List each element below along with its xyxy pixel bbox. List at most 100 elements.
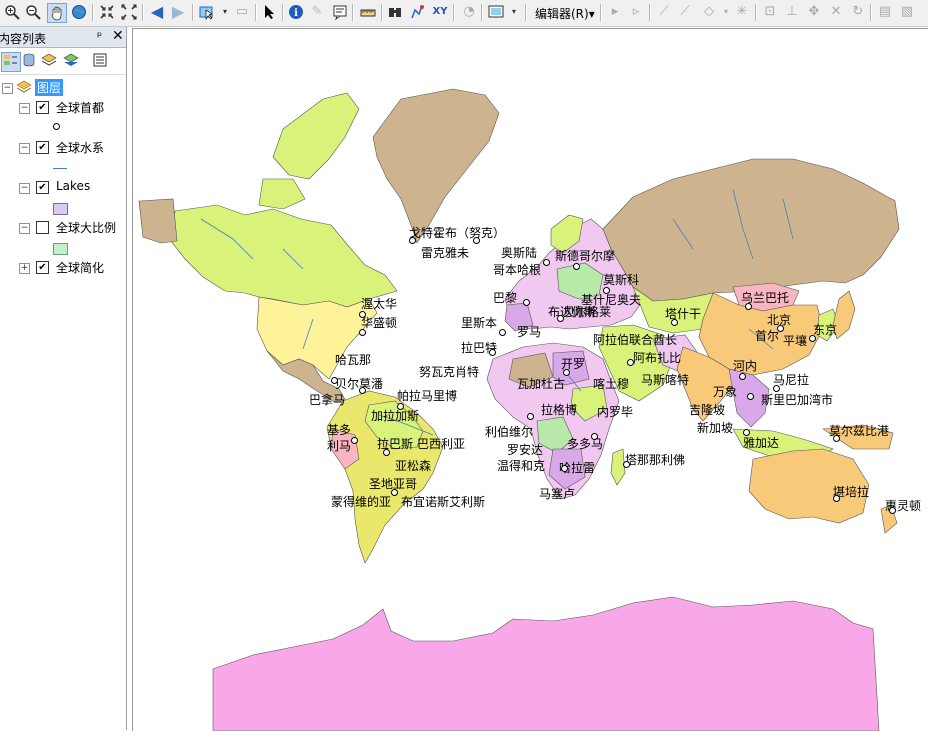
- capital-marker[interactable]: [391, 489, 398, 496]
- capital-marker[interactable]: [623, 461, 630, 468]
- select-features-icon[interactable]: [198, 3, 216, 21]
- close-icon[interactable]: ✕: [112, 28, 124, 44]
- layer-name[interactable]: 全球首都: [56, 99, 104, 116]
- capital-marker[interactable]: [351, 437, 358, 444]
- capital-marker[interactable]: [603, 287, 610, 294]
- collapse-icon[interactable]: −: [19, 223, 30, 234]
- fixed-zoom-out-icon[interactable]: [120, 3, 138, 21]
- collapse-icon[interactable]: −: [2, 83, 13, 94]
- layer-visibility-checkbox[interactable]: ✔: [36, 181, 49, 194]
- capital-marker[interactable]: [331, 377, 338, 384]
- construction-tools-icon[interactable]: ◇: [700, 3, 718, 21]
- edit-tool-icon[interactable]: ▸: [606, 3, 624, 21]
- city-label: 里斯本: [461, 316, 498, 330]
- identify-icon[interactable]: i: [287, 3, 305, 21]
- hyperlink-icon[interactable]: [331, 3, 349, 21]
- rotate-icon[interactable]: ✥: [805, 3, 823, 21]
- attributes-icon[interactable]: ▤: [876, 3, 894, 21]
- map-view-icon[interactable]: [487, 3, 505, 21]
- pan-icon[interactable]: [47, 3, 67, 23]
- capital-marker[interactable]: [591, 433, 598, 440]
- list-by-source-icon[interactable]: [21, 52, 39, 70]
- capital-marker[interactable]: [489, 349, 496, 356]
- layers-root-label[interactable]: 图层: [35, 79, 64, 96]
- layer-visibility-checkbox[interactable]: [36, 221, 49, 234]
- capital-marker[interactable]: [359, 311, 366, 318]
- city-label: 哥本哈根: [493, 263, 542, 277]
- capital-marker[interactable]: [573, 263, 580, 270]
- find-route-icon[interactable]: [408, 3, 426, 21]
- capital-marker[interactable]: [833, 435, 840, 442]
- split-icon[interactable]: ✕: [827, 3, 845, 21]
- capital-marker[interactable]: [889, 507, 896, 514]
- capital-marker[interactable]: [359, 387, 366, 394]
- forward-icon[interactable]: ▶: [169, 3, 187, 21]
- capital-marker[interactable]: [523, 299, 530, 306]
- layer-name[interactable]: 全球简化: [56, 259, 104, 276]
- clear-selection-icon[interactable]: ▭: [233, 3, 251, 21]
- list-by-selection-icon[interactable]: [63, 52, 81, 70]
- find-icon[interactable]: [386, 3, 404, 21]
- collapse-icon[interactable]: −: [19, 143, 30, 154]
- list-by-drawing-order-icon[interactable]: [1, 52, 21, 72]
- zoom-in-icon[interactable]: [3, 3, 21, 21]
- capital-marker[interactable]: [777, 325, 784, 332]
- capital-marker[interactable]: [557, 315, 564, 322]
- edit-annotation-icon[interactable]: ▹: [627, 3, 645, 21]
- layer-name[interactable]: 全球大比例: [56, 219, 116, 236]
- list-by-visibility-icon[interactable]: [41, 52, 59, 70]
- back-icon[interactable]: ◀: [148, 3, 166, 21]
- capital-marker[interactable]: [543, 259, 550, 266]
- capital-marker[interactable]: [397, 403, 404, 410]
- chevron-down-icon[interactable]: ▾: [216, 3, 234, 21]
- layer-name[interactable]: Lakes: [56, 179, 90, 193]
- city-label: 利伯维尔: [485, 425, 534, 439]
- measure-icon[interactable]: [359, 3, 377, 21]
- capital-marker[interactable]: [773, 385, 780, 392]
- layer-visibility-checkbox[interactable]: ✔: [36, 261, 49, 274]
- capital-marker[interactable]: [745, 303, 752, 310]
- capital-marker[interactable]: [563, 369, 570, 376]
- collapse-icon[interactable]: −: [19, 103, 30, 114]
- capital-marker[interactable]: [473, 237, 480, 244]
- time-slider-icon[interactable]: ◔: [460, 3, 478, 21]
- rotate-tool-icon[interactable]: ↻: [849, 3, 867, 21]
- fixed-zoom-in-icon[interactable]: [98, 3, 116, 21]
- capital-marker[interactable]: [747, 393, 754, 400]
- capital-marker[interactable]: [739, 373, 746, 380]
- full-extent-icon[interactable]: [70, 3, 88, 21]
- html-popup-icon[interactable]: ✎: [308, 3, 326, 21]
- split-tool-icon[interactable]: ✳: [733, 3, 751, 21]
- capital-marker[interactable]: [627, 359, 634, 366]
- capital-marker[interactable]: [383, 449, 390, 456]
- pin-icon[interactable]: ᵖ: [97, 29, 102, 43]
- cut-polygons-icon[interactable]: ⊥: [783, 3, 801, 21]
- capital-marker[interactable]: [409, 237, 416, 244]
- reshape-icon[interactable]: ⊡: [761, 3, 779, 21]
- capital-marker[interactable]: [561, 465, 568, 472]
- capital-marker[interactable]: [833, 495, 840, 502]
- capital-marker[interactable]: [809, 335, 816, 342]
- go-to-xy-icon[interactable]: XY: [431, 3, 449, 21]
- layer-visibility-checkbox[interactable]: ✔: [36, 141, 49, 154]
- layer-visibility-checkbox[interactable]: ✔: [36, 101, 49, 114]
- sketch-properties-icon[interactable]: ▧: [898, 3, 916, 21]
- capital-marker[interactable]: [499, 329, 506, 336]
- capital-marker[interactable]: [743, 429, 750, 436]
- map-view[interactable]: 戈特霍布（努克） 雷克雅未 奥斯陆 斯德哥尔摩 哥本哈根 莫斯科 巴黎 布达佩斯…: [132, 28, 928, 731]
- russia-shape: [602, 158, 900, 302]
- collapse-icon[interactable]: −: [19, 183, 30, 194]
- editor-menu[interactable]: 编辑器(R)▾: [535, 5, 595, 22]
- select-elements-icon[interactable]: [260, 3, 278, 21]
- capital-marker[interactable]: [527, 413, 534, 420]
- expand-icon[interactable]: +: [19, 263, 30, 274]
- city-label: 哈瓦那: [335, 353, 372, 367]
- layer-name[interactable]: 全球水系: [56, 139, 104, 156]
- zoom-out-icon[interactable]: [24, 3, 42, 21]
- chevron-down-icon[interactable]: ▾: [505, 3, 523, 21]
- capital-marker[interactable]: [359, 329, 366, 336]
- options-icon[interactable]: [92, 52, 110, 70]
- trace-icon[interactable]: ⟋: [676, 3, 694, 21]
- capital-marker[interactable]: [671, 319, 678, 326]
- straight-segment-icon[interactable]: ⟋: [655, 3, 673, 21]
